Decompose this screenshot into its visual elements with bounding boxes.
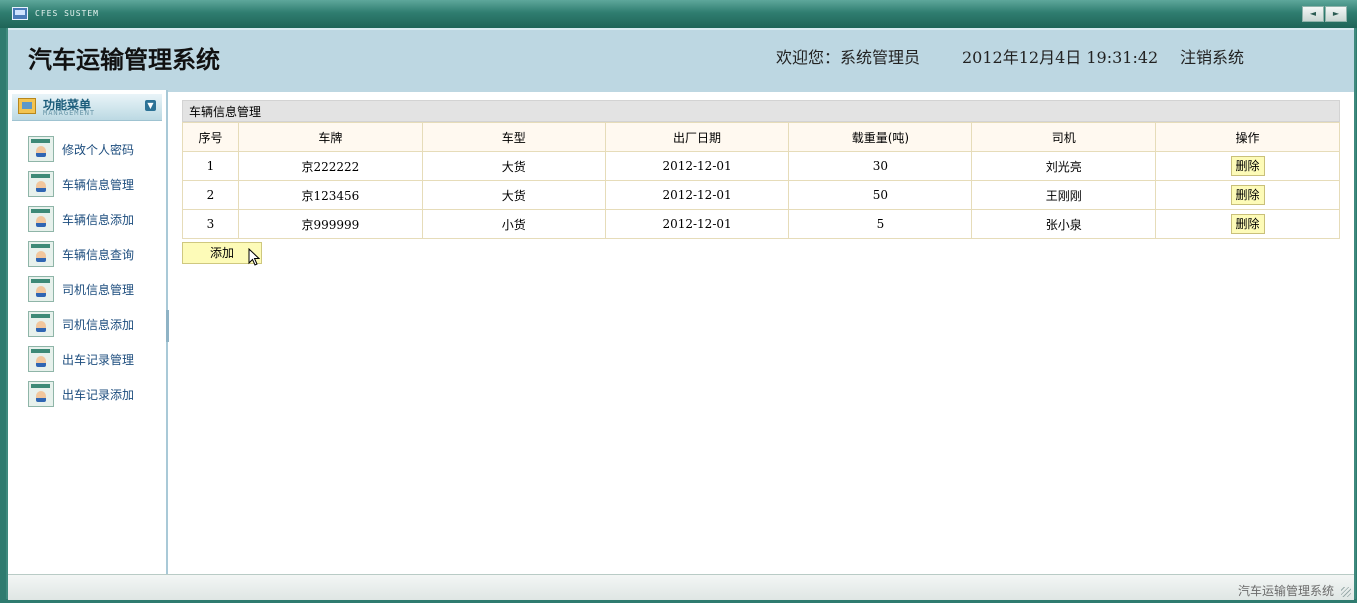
nav-prev-button[interactable]: ◄ (1302, 6, 1324, 22)
sidebar-item-change-password[interactable]: 修改个人密码 (28, 134, 158, 162)
delete-button[interactable]: 删除 (1230, 185, 1265, 205)
mouse-cursor-icon (248, 248, 260, 266)
cell-load: 50 (788, 180, 973, 210)
sidebar-item-trip-manage[interactable]: 出车记录管理 (28, 344, 158, 372)
sidebar-item-label: 司机信息添加 (62, 318, 135, 332)
sidebar-item-driver-add[interactable]: 司机信息添加 (28, 309, 158, 337)
sidebar-item-vehicle-manage[interactable]: 车辆信息管理 (28, 169, 158, 197)
sidebar: 功能菜单 MANAGEMENT ▼ 修改个人密码 车辆信息管理 车辆信息添加 车… (8, 90, 168, 574)
column-header: 出厂日期 (604, 122, 790, 152)
cell-driver: 王刚刚 (971, 180, 1157, 210)
user-card-icon (28, 381, 54, 407)
datetime-text: 2012年12月4日 19:31:42 (962, 48, 1159, 67)
cell-date: 2012-12-01 (604, 151, 790, 181)
footer-text: 汽车运输管理系统 (1237, 584, 1334, 598)
column-header: 司机 (971, 122, 1157, 152)
chevron-down-icon[interactable]: ▼ (145, 100, 156, 111)
sidebar-item-label: 司机信息管理 (62, 283, 135, 297)
column-header: 序号 (182, 122, 239, 152)
cell-driver: 刘光亮 (971, 151, 1157, 181)
cell-date: 2012-12-01 (604, 209, 790, 239)
vehicle-table: 序号 车牌 车型 出厂日期 载重量(吨) 司机 操作 1 京222222 大货 (182, 122, 1340, 239)
cell-index: 3 (182, 209, 239, 239)
cell-action: 删除 (1155, 180, 1340, 210)
main-frame: 汽车运输管理系统 欢迎您：系统管理员 2012年12月4日 19:31:42 注… (6, 28, 1356, 600)
table-row: 1 京222222 大货 2012-12-01 30 刘光亮 删除 (182, 151, 1340, 181)
app-window: CFES SUSTEM ◄ ► 汽车运输管理系统 欢迎您：系统管理员 2012年… (0, 0, 1357, 603)
sidebar-item-label: 车辆信息查询 (62, 248, 135, 262)
sidebar-item-label: 修改个人密码 (62, 143, 135, 157)
cell-action: 删除 (1155, 209, 1340, 239)
nav-next-button[interactable]: ► (1325, 6, 1347, 22)
cell-plate: 京222222 (237, 151, 423, 181)
cell-plate: 京123456 (237, 180, 423, 210)
user-card-icon (28, 276, 54, 302)
menu-header: 功能菜单 MANAGEMENT ▼ (12, 94, 162, 121)
status-bar: 汽车运输管理系统 (8, 574, 1354, 600)
user-card-icon (28, 311, 54, 337)
user-card-icon (28, 171, 54, 197)
user-card-icon (28, 136, 54, 162)
column-header: 操作 (1155, 122, 1340, 152)
welcome-text: 欢迎您：系统管理员 (776, 48, 921, 67)
cell-type: 小货 (421, 209, 606, 239)
delete-button[interactable]: 删除 (1230, 214, 1265, 234)
page-header: 汽车运输管理系统 欢迎您：系统管理员 2012年12月4日 19:31:42 注… (8, 28, 1354, 92)
column-header: 车牌 (237, 122, 423, 152)
user-card-icon (28, 346, 54, 372)
table-header-row: 序号 车牌 车型 出厂日期 载重量(吨) 司机 操作 (182, 122, 1340, 152)
cell-date: 2012-12-01 (604, 180, 790, 210)
delete-button[interactable]: 删除 (1230, 156, 1265, 176)
title-bar: CFES SUSTEM ◄ ► (0, 0, 1357, 28)
table-row: 2 京123456 大货 2012-12-01 50 王刚刚 删除 (182, 180, 1340, 210)
cell-index: 1 (182, 151, 239, 181)
user-card-icon (28, 241, 54, 267)
table-row: 3 京999999 小货 2012-12-01 5 张小泉 删除 (182, 209, 1340, 239)
system-name: CFES SUSTEM (35, 9, 99, 18)
cell-load: 5 (788, 209, 973, 239)
sidebar-item-vehicle-query[interactable]: 车辆信息查询 (28, 239, 158, 267)
cell-index: 2 (182, 180, 239, 210)
sidebar-item-trip-add[interactable]: 出车记录添加 (28, 379, 158, 407)
sidebar-item-label: 车辆信息添加 (62, 213, 135, 227)
cell-driver: 张小泉 (971, 209, 1157, 239)
monitor-icon (12, 7, 28, 20)
logout-link[interactable]: 注销系统 (1180, 44, 1244, 68)
menu-subtitle: MANAGEMENT (43, 109, 96, 117)
cell-action: 删除 (1155, 151, 1340, 181)
sidebar-item-label: 出车记录管理 (62, 353, 135, 367)
user-card-icon (28, 206, 54, 232)
cell-plate: 京999999 (237, 209, 423, 239)
sidebar-item-label: 车辆信息管理 (62, 178, 135, 192)
cell-load: 30 (788, 151, 973, 181)
content-area: 车辆信息管理 序号 车牌 车型 出厂日期 载重量(吨) 司机 操作 1 京222… (182, 100, 1340, 239)
column-header: 车型 (421, 122, 606, 152)
sidebar-item-driver-manage[interactable]: 司机信息管理 (28, 274, 158, 302)
cell-type: 大货 (421, 180, 606, 210)
app-title: 汽车运输管理系统 (28, 45, 220, 74)
cell-type: 大货 (421, 151, 606, 181)
column-header: 载重量(吨) (788, 122, 973, 152)
menu-book-icon (18, 98, 36, 114)
sidebar-splitter[interactable] (166, 310, 169, 342)
sidebar-item-label: 出车记录添加 (62, 388, 135, 402)
resize-grip-icon[interactable] (1341, 587, 1351, 597)
panel-title: 车辆信息管理 (182, 100, 1340, 122)
sidebar-item-vehicle-add[interactable]: 车辆信息添加 (28, 204, 158, 232)
